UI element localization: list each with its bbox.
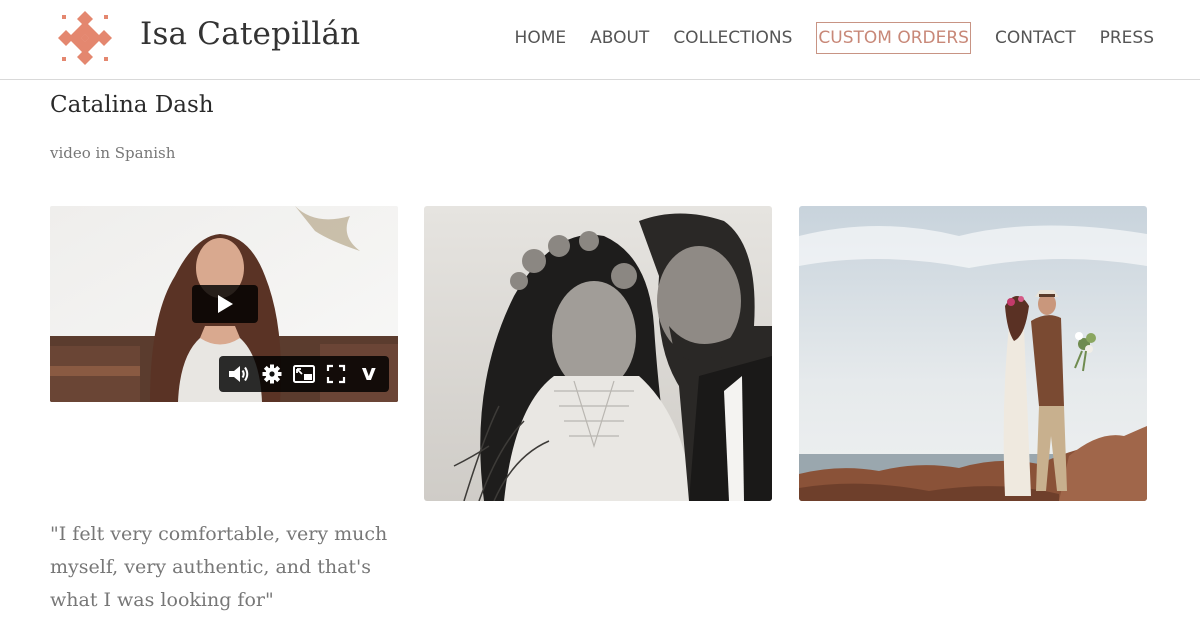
page-title: Catalina Dash [50, 92, 214, 118]
couple-photo-bw[interactable] [424, 206, 772, 501]
site-title[interactable]: Isa Catepillán [140, 16, 360, 52]
couple-photo-beach[interactable] [799, 206, 1147, 501]
play-button[interactable] [192, 285, 258, 323]
logo-icon[interactable] [58, 11, 112, 65]
page-subtitle: video in Spanish [50, 144, 176, 162]
play-icon [218, 295, 233, 313]
volume-icon[interactable] [225, 360, 253, 388]
nav-item-collections[interactable]: COLLECTIONS [673, 22, 792, 54]
vimeo-icon[interactable]: v [355, 360, 383, 388]
pip-icon[interactable] [290, 360, 318, 388]
video-player[interactable]: v [50, 206, 398, 402]
nav-item-contact[interactable]: CONTACT [995, 22, 1076, 54]
nav-item-home[interactable]: HOME [515, 22, 567, 54]
settings-icon[interactable] [258, 360, 286, 388]
main-nav: HOME ABOUT COLLECTIONS CUSTOM ORDERS CON… [491, 22, 1154, 54]
site-header: Isa Catepillán HOME ABOUT COLLECTIONS CU… [0, 0, 1200, 80]
testimonial-quote: "I felt very comfortable, very much myse… [50, 523, 388, 611]
video-controls: v [219, 356, 389, 392]
nav-item-about[interactable]: ABOUT [590, 22, 649, 54]
nav-item-press[interactable]: PRESS [1100, 22, 1154, 54]
nav-item-custom-orders[interactable]: CUSTOM ORDERS [816, 22, 971, 54]
fullscreen-icon[interactable] [322, 360, 350, 388]
